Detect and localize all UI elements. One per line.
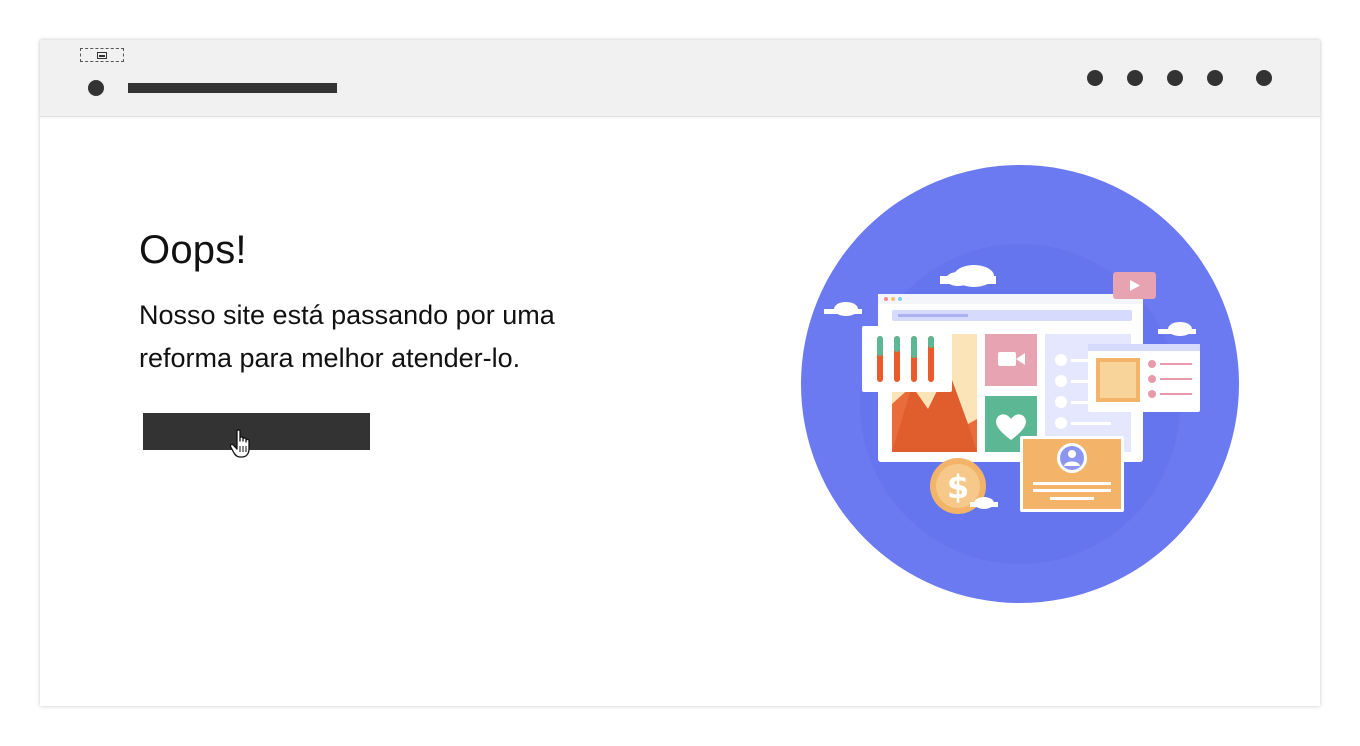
hand-pointer-icon [229, 429, 250, 458]
svg-text:$: $ [947, 468, 969, 506]
nav-item-4[interactable] [1207, 70, 1223, 86]
nav-item-1[interactable] [1087, 70, 1103, 86]
logo-icon[interactable] [88, 80, 104, 96]
nav-item-2[interactable] [1127, 70, 1143, 86]
maintenance-message: Nosso site está passando por uma reforma… [139, 294, 659, 380]
page-title: Oops! [139, 228, 247, 272]
message-line-2: reforma para melhor atender-lo. [139, 343, 521, 373]
message-line-1: Nosso site está passando por uma [139, 300, 555, 330]
bar-chart-card [862, 326, 952, 392]
nav-item-5[interactable] [1256, 70, 1272, 86]
user-card [1020, 436, 1124, 512]
nav-item-3[interactable] [1167, 70, 1183, 86]
site-title-placeholder[interactable] [128, 83, 337, 93]
browser-frame: Oops! Nosso site está passando por uma r… [40, 40, 1320, 706]
cta-button[interactable] [143, 413, 370, 458]
profile-side-card [1088, 344, 1200, 412]
maintenance-dashboard-illustration: $ [801, 165, 1239, 603]
play-icon [1113, 272, 1156, 299]
image-placeholder-icon [80, 48, 124, 62]
top-bar [40, 40, 1320, 117]
